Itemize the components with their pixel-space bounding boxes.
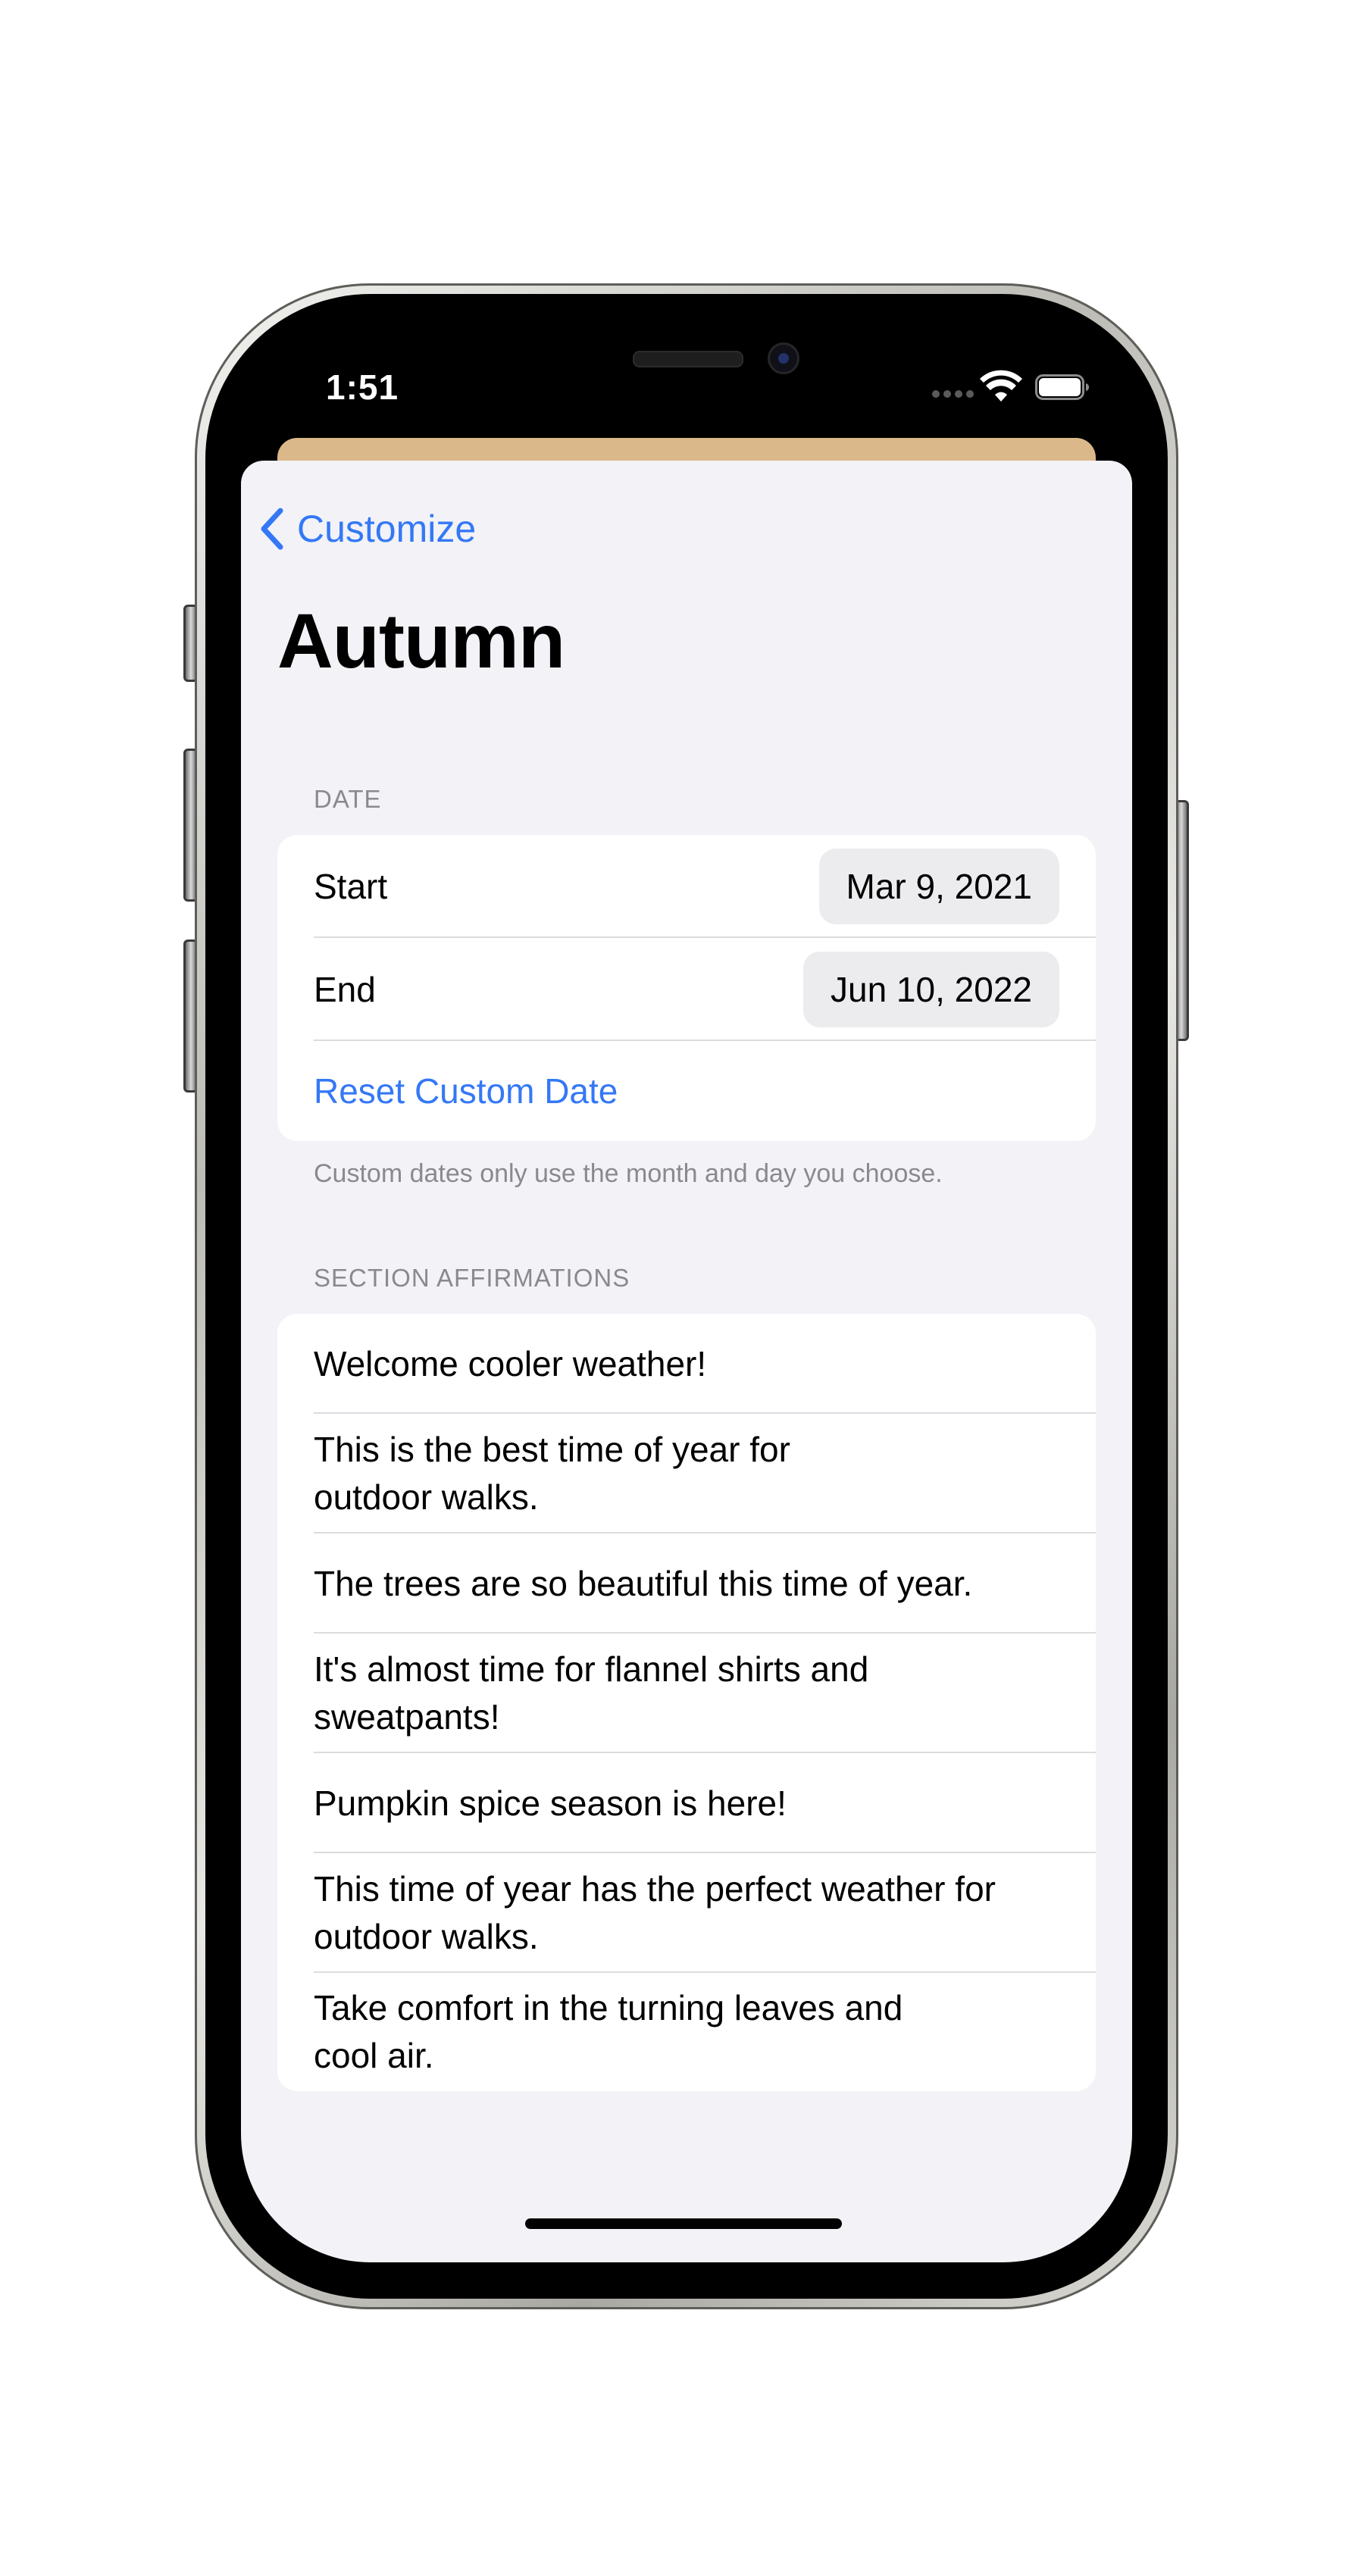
affirmations-group: Welcome cooler weather! This is the best… bbox=[277, 1314, 1096, 2091]
settings-sheet: Customize Autumn DATE Start Mar 9, 2021 … bbox=[241, 461, 1132, 2262]
reset-date-row: Reset Custom Date bbox=[277, 1041, 1096, 1141]
affirmation-item[interactable]: This time of year has the perfect weathe… bbox=[277, 1853, 1096, 1973]
front-camera bbox=[768, 342, 799, 374]
chevron-left-icon bbox=[261, 508, 283, 550]
earpiece-speaker bbox=[633, 351, 743, 367]
affirmations-section-header: SECTION AFFIRMATIONS bbox=[314, 1264, 630, 1292]
date-section-footer: Custom dates only use the month and day … bbox=[314, 1159, 943, 1188]
affirmation-item[interactable]: The trees are so beautiful this time of … bbox=[277, 1533, 1096, 1633]
wifi-icon bbox=[980, 370, 1022, 402]
start-date-picker[interactable]: Mar 9, 2021 bbox=[818, 849, 1059, 924]
affirmation-item[interactable]: Welcome cooler weather! bbox=[277, 1314, 1096, 1414]
affirmation-text: This is the best time of year for outdoo… bbox=[314, 1430, 790, 1517]
affirmation-text: Welcome cooler weather! bbox=[314, 1343, 707, 1383]
affirmation-text: Pumpkin spice season is here! bbox=[314, 1783, 787, 1823]
reset-custom-date-button[interactable]: Reset Custom Date bbox=[314, 1071, 618, 1111]
start-date-row: Start Mar 9, 2021 bbox=[277, 835, 1096, 938]
end-date-picker[interactable]: Jun 10, 2022 bbox=[802, 952, 1059, 1027]
home-indicator[interactable] bbox=[525, 2218, 842, 2229]
back-button[interactable]: Customize bbox=[258, 499, 476, 559]
affirmation-text: This time of year has the perfect weathe… bbox=[314, 1869, 996, 1956]
end-date-row: End Jun 10, 2022 bbox=[277, 938, 1096, 1041]
cellular-signal-icon bbox=[932, 390, 974, 398]
device-screenshot: 1:51 Customize Autumn DATE Start Mar 9, … bbox=[0, 0, 1364, 2576]
affirmation-text: It's almost time for flannel shirts and … bbox=[314, 1649, 869, 1737]
affirmation-item[interactable]: This is the best time of year for outdoo… bbox=[277, 1414, 1096, 1533]
affirmation-item[interactable]: It's almost time for flannel shirts and … bbox=[277, 1633, 1096, 1753]
affirmation-text: The trees are so beautiful this time of … bbox=[314, 1563, 973, 1603]
date-section-header: DATE bbox=[314, 785, 382, 813]
affirmation-text: Take comfort in the turning leaves and c… bbox=[314, 1988, 903, 2075]
date-group: Start Mar 9, 2021 End Jun 10, 2022 Reset… bbox=[277, 835, 1096, 1141]
affirmation-item[interactable]: Take comfort in the turning leaves and c… bbox=[277, 1973, 1096, 2091]
affirmation-item[interactable]: Pumpkin spice season is here! bbox=[277, 1753, 1096, 1853]
page-title: Autumn bbox=[277, 598, 565, 684]
battery-icon bbox=[1035, 374, 1089, 400]
end-label: End bbox=[314, 970, 376, 1009]
status-time: 1:51 bbox=[326, 367, 399, 407]
start-label: Start bbox=[314, 867, 388, 906]
back-button-label: Customize bbox=[297, 508, 477, 550]
